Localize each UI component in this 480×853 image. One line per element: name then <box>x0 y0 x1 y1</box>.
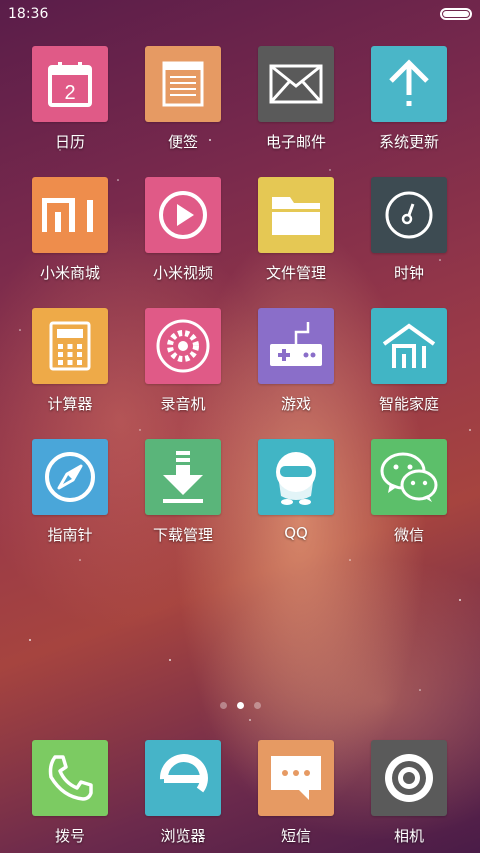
recorder-app-icon[interactable] <box>145 308 221 384</box>
app-recorder[interactable]: 录音机 <box>133 308 233 414</box>
smart-home-icon <box>382 323 436 368</box>
games-app-icon[interactable] <box>258 308 334 384</box>
qq-app-icon[interactable] <box>258 439 334 515</box>
play-icon <box>159 191 207 239</box>
compass-icon <box>45 452 95 502</box>
mistore-app-icon[interactable] <box>32 177 108 253</box>
app-label: 计算器 <box>47 395 93 413</box>
status-time: 18:36 <box>8 6 49 22</box>
page-dot[interactable] <box>253 702 261 709</box>
browser-e-icon <box>160 754 208 793</box>
app-label: 日历 <box>54 133 85 151</box>
status-bar: 18:36 <box>0 0 480 28</box>
app-label: 相机 <box>393 827 424 845</box>
page-dot[interactable] <box>236 702 244 709</box>
app-label: 指南针 <box>47 526 93 544</box>
app-label: 录音机 <box>160 395 206 413</box>
app-updater[interactable]: 系统更新 <box>359 46 459 152</box>
wechat-app-icon[interactable] <box>371 439 447 515</box>
app-calculator[interactable]: 计算器 <box>20 308 120 414</box>
mi-logo-icon <box>42 198 93 232</box>
browser-app-icon[interactable] <box>145 740 221 816</box>
app-downloads[interactable]: 下载管理 <box>133 439 233 545</box>
app-label: 短信 <box>280 827 311 845</box>
files-app-icon[interactable] <box>258 177 334 253</box>
folder-icon <box>272 197 320 235</box>
app-label: QQ <box>284 524 308 542</box>
download-icon <box>163 451 203 503</box>
gamepad-icon <box>270 322 322 366</box>
calendar-icon: 2 <box>48 62 92 107</box>
messages-app-icon[interactable] <box>258 740 334 816</box>
calendar-app-icon[interactable]: 2 <box>32 46 108 122</box>
app-qq[interactable]: QQ <box>246 439 346 542</box>
app-mistore[interactable]: 小米商城 <box>20 177 120 283</box>
app-label: 智能家庭 <box>378 395 439 413</box>
smarthome-app-icon[interactable] <box>371 308 447 384</box>
record-icon <box>156 319 210 373</box>
arrow-up-icon <box>389 59 429 106</box>
calculator-icon <box>49 321 91 371</box>
app-label: 小米商城 <box>39 264 100 282</box>
phone-icon <box>48 755 93 801</box>
app-label: 微信 <box>393 526 424 544</box>
updater-app-icon[interactable] <box>371 46 447 122</box>
notes-app-icon[interactable] <box>145 46 221 122</box>
dock-camera[interactable]: 相机 <box>359 740 459 846</box>
mivideo-app-icon[interactable] <box>145 177 221 253</box>
clock-app-icon[interactable] <box>371 177 447 253</box>
qq-penguin-icon <box>276 452 316 505</box>
page-dot[interactable] <box>219 702 227 709</box>
battery-icon <box>440 8 472 20</box>
app-clock[interactable]: 时钟 <box>359 177 459 283</box>
mail-icon <box>269 64 323 104</box>
downloads-app-icon[interactable] <box>145 439 221 515</box>
message-icon <box>271 756 321 800</box>
dock-phone[interactable]: 拨号 <box>20 740 120 846</box>
notes-icon <box>162 61 204 107</box>
app-smarthome[interactable]: 智能家庭 <box>359 308 459 414</box>
calculator-app-icon[interactable] <box>32 308 108 384</box>
camera-app-icon[interactable] <box>371 740 447 816</box>
app-label: 游戏 <box>280 395 311 413</box>
app-label: 便签 <box>167 133 198 151</box>
app-label: 小米视频 <box>152 264 213 282</box>
dock-messages[interactable]: 短信 <box>246 740 346 846</box>
battery-fill <box>443 11 469 17</box>
page-indicator <box>0 702 480 709</box>
phone-app-icon[interactable] <box>32 740 108 816</box>
app-files[interactable]: 文件管理 <box>246 177 346 283</box>
app-label: 时钟 <box>393 264 424 282</box>
app-games[interactable]: 游戏 <box>246 308 346 414</box>
wechat-icon <box>380 452 438 502</box>
app-label: 浏览器 <box>160 827 206 845</box>
app-notes[interactable]: 便签 <box>133 46 233 152</box>
camera-icon <box>385 754 433 802</box>
app-wechat[interactable]: 微信 <box>359 439 459 545</box>
app-label: 系统更新 <box>378 133 439 151</box>
clock-icon <box>385 191 433 239</box>
app-label: 拨号 <box>54 827 85 845</box>
app-label: 电子邮件 <box>265 133 326 151</box>
calendar-day: 2 <box>64 82 75 104</box>
app-compass[interactable]: 指南针 <box>20 439 120 545</box>
app-mivideo[interactable]: 小米视频 <box>133 177 233 283</box>
app-label: 下载管理 <box>152 526 213 544</box>
app-calendar[interactable]: 2 日历 <box>20 46 120 152</box>
app-label: 文件管理 <box>265 264 326 282</box>
compass-app-icon[interactable] <box>32 439 108 515</box>
dock-browser[interactable]: 浏览器 <box>133 740 233 846</box>
app-email[interactable]: 电子邮件 <box>246 46 346 152</box>
email-app-icon[interactable] <box>258 46 334 122</box>
